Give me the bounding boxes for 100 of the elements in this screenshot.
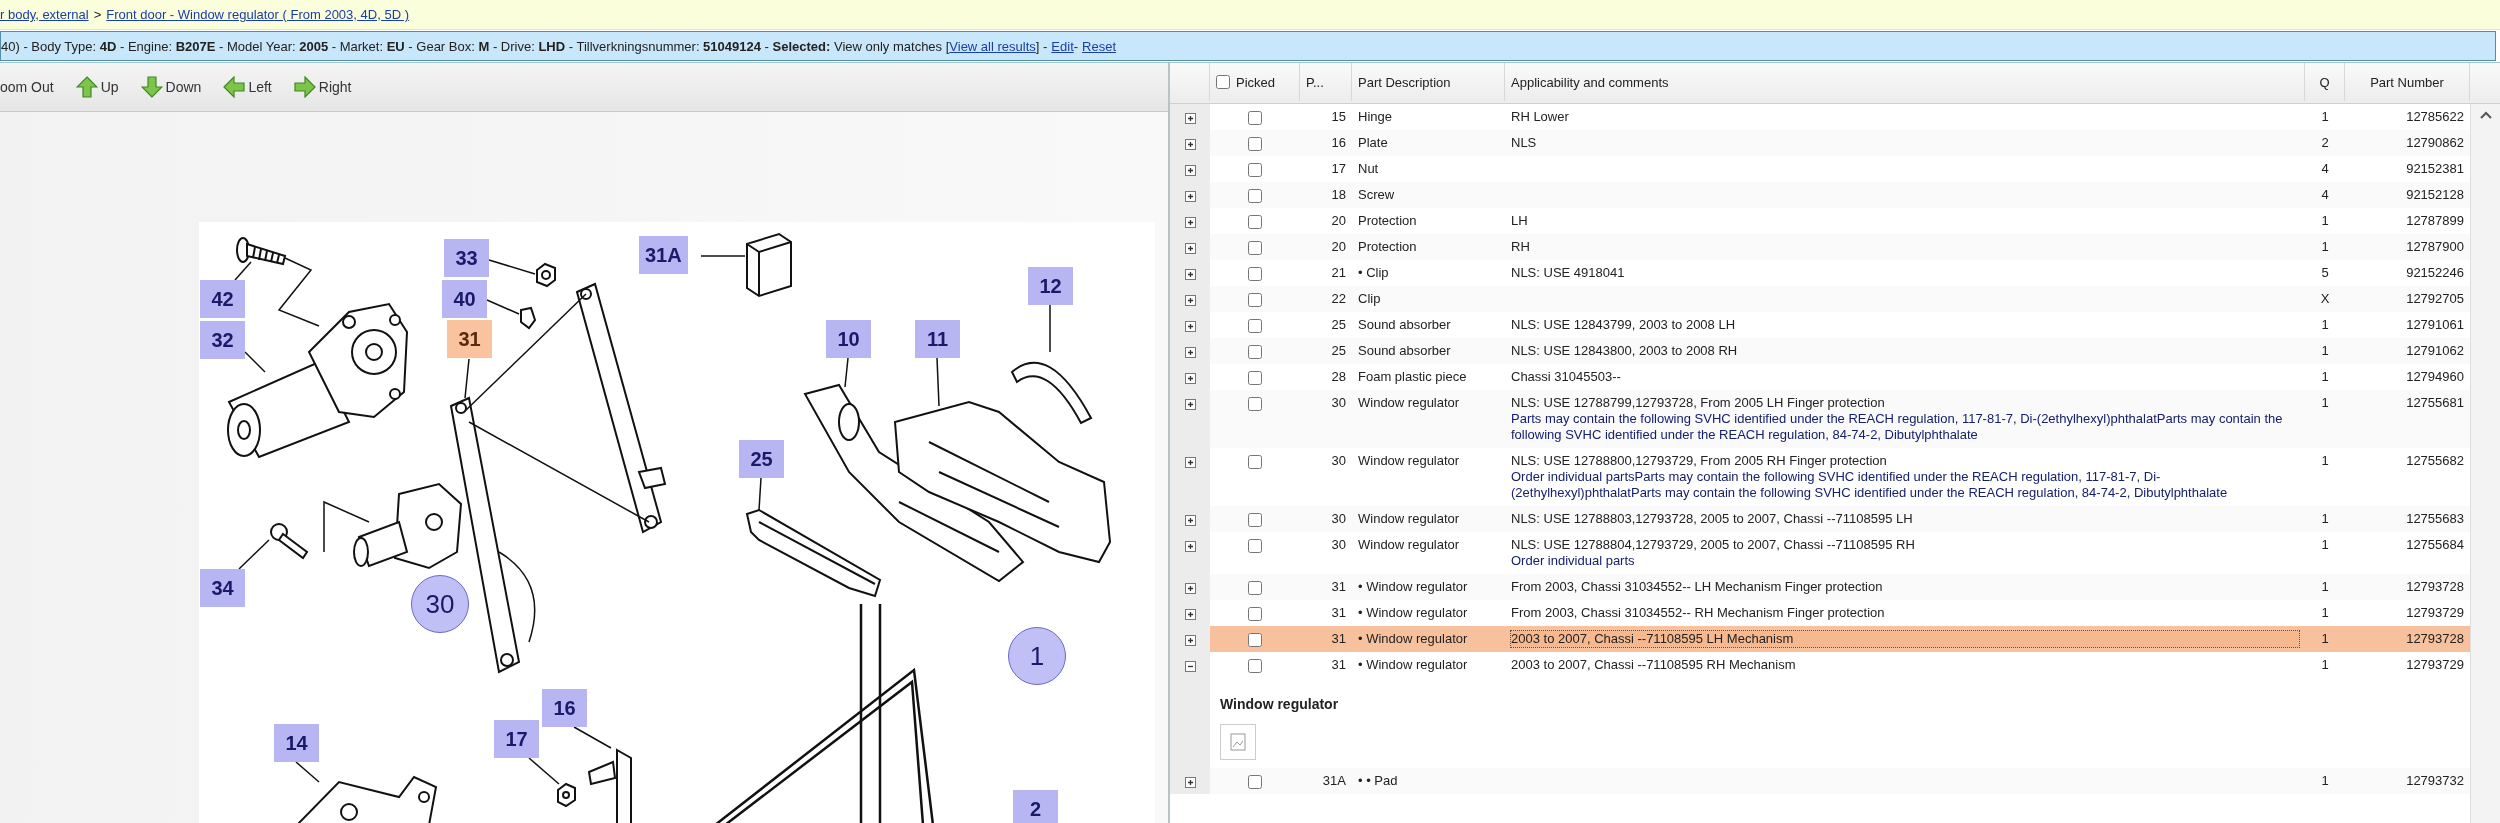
toolbar-button[interactable]: oom Out bbox=[0, 77, 58, 97]
select-all-checkbox[interactable] bbox=[1216, 75, 1230, 89]
table-cell-text: 1 bbox=[2320, 342, 2330, 360]
picked-checkbox[interactable] bbox=[1248, 136, 1262, 151]
table-cell-text: 12792705 bbox=[2405, 290, 2465, 308]
table-row[interactable]: 18 Screw 4 92152128 bbox=[1170, 182, 2470, 208]
column-header[interactable]: P... bbox=[1306, 74, 1324, 90]
table-cell-text: 12785622 bbox=[2405, 108, 2465, 126]
callout-label[interactable]: 42 bbox=[200, 280, 245, 318]
toolbar-button[interactable]: Left bbox=[219, 74, 276, 100]
callout-label[interactable]: 2 bbox=[1013, 790, 1058, 823]
picked-checkbox[interactable] bbox=[1248, 292, 1262, 307]
comment-text: Chassi 31045503-- bbox=[1511, 369, 1622, 385]
info-link[interactable]: Edit bbox=[1051, 38, 1074, 54]
expand-toggle[interactable] bbox=[1183, 345, 1197, 359]
picked-checkbox[interactable] bbox=[1248, 606, 1262, 621]
callout-label[interactable]: 10 bbox=[826, 320, 871, 358]
table-cell-text: 1 bbox=[2320, 394, 2330, 412]
column-header[interactable]: Picked bbox=[1236, 74, 1276, 90]
expand-toggle[interactable] bbox=[1183, 163, 1197, 177]
table-cell-text: 1 bbox=[2320, 578, 2330, 596]
picked-checkbox[interactable] bbox=[1248, 632, 1262, 647]
picked-checkbox[interactable] bbox=[1248, 512, 1262, 527]
expand-toggle[interactable] bbox=[1183, 659, 1197, 673]
info-link[interactable]: View all results bbox=[949, 38, 1036, 54]
table-row[interactable] bbox=[1170, 390, 2470, 448]
picked-checkbox[interactable] bbox=[1248, 658, 1262, 673]
expand-toggle[interactable] bbox=[1183, 293, 1197, 307]
expand-toggle[interactable] bbox=[1183, 319, 1197, 333]
breadcrumb-link[interactable]: Front door - Window regulator ( From 2003, 4D, 5D ) bbox=[106, 7, 409, 22]
column-header[interactable]: Applicability and comments bbox=[1511, 74, 1669, 90]
expand-toggle[interactable] bbox=[1183, 215, 1197, 229]
picked-checkbox[interactable] bbox=[1248, 214, 1262, 229]
table-cell-text: 12755683 bbox=[2405, 510, 2465, 528]
callout-label[interactable]: 16 bbox=[542, 689, 587, 727]
table-row[interactable]: 16 Plate NLS 2 12790862 bbox=[1170, 130, 2470, 156]
picked-checkbox[interactable] bbox=[1248, 266, 1262, 281]
note-text: Order individual parts bbox=[1511, 553, 1636, 569]
arrow-icon bbox=[293, 76, 316, 98]
expand-toggle[interactable] bbox=[1183, 455, 1197, 469]
picked-checkbox[interactable] bbox=[1248, 454, 1262, 469]
picked-checkbox[interactable] bbox=[1248, 344, 1262, 359]
callout-label[interactable]: 30 bbox=[411, 575, 469, 633]
callout-label[interactable]: 11 bbox=[915, 320, 960, 358]
table-cell-text: 20 bbox=[1330, 238, 1347, 256]
callout-label[interactable]: 34 bbox=[200, 569, 245, 607]
table-row[interactable]: 31A • • Pad 1 12793732 bbox=[1170, 768, 2470, 794]
scroll-up-icon[interactable] bbox=[2478, 110, 2493, 120]
toolbar-button[interactable]: Down bbox=[136, 74, 206, 100]
picked-checkbox[interactable] bbox=[1248, 396, 1262, 411]
callout-label[interactable]: 17 bbox=[494, 720, 539, 758]
expand-toggle[interactable] bbox=[1183, 189, 1197, 203]
picked-checkbox[interactable] bbox=[1248, 240, 1262, 255]
expand-toggle[interactable] bbox=[1183, 581, 1197, 595]
column-header[interactable]: Part Number bbox=[2370, 74, 2444, 90]
expand-toggle[interactable] bbox=[1183, 775, 1197, 789]
picked-checkbox[interactable] bbox=[1248, 538, 1262, 553]
toolbar-button[interactable]: Right bbox=[289, 74, 356, 100]
table-row[interactable]: 20 Protection RH 1 12787900 bbox=[1170, 234, 2470, 260]
callout-label[interactable]: 1 bbox=[1008, 627, 1066, 685]
picked-checkbox[interactable] bbox=[1248, 774, 1262, 789]
picked-checkbox[interactable] bbox=[1248, 580, 1262, 595]
table-cell-text: 1 bbox=[2320, 368, 2330, 386]
table-row[interactable]: 30 Window regulator NLS: USE 12788803,12793728, 2005 to 2007, Chassi --71108595 LH 1 12755683 bbox=[1170, 506, 2470, 532]
callout-label[interactable]: 32 bbox=[200, 321, 245, 359]
callout-label[interactable]: 33 bbox=[444, 239, 489, 277]
column-header[interactable]: Q bbox=[2319, 74, 2330, 90]
column-header[interactable]: Part Description bbox=[1358, 74, 1451, 90]
comment-text: NLS: USE 12788804,12793729, 2005 to 2007, Chassi --71108595 RH bbox=[1511, 537, 1916, 553]
picked-checkbox[interactable] bbox=[1248, 318, 1262, 333]
table-cell-text: 12793729 bbox=[2405, 656, 2465, 674]
expand-toggle[interactable] bbox=[1183, 633, 1197, 647]
expand-toggle[interactable] bbox=[1183, 111, 1197, 125]
info-link[interactable]: Reset bbox=[1082, 38, 1117, 54]
picked-checkbox[interactable] bbox=[1248, 162, 1262, 177]
expand-toggle[interactable] bbox=[1183, 137, 1197, 151]
callout-label[interactable]: 31 bbox=[447, 320, 492, 358]
expand-toggle[interactable] bbox=[1183, 397, 1197, 411]
expand-toggle[interactable] bbox=[1183, 267, 1197, 281]
callout-label[interactable]: 12 bbox=[1028, 267, 1073, 305]
callout-label[interactable]: 14 bbox=[274, 724, 319, 762]
table-row[interactable]: 31 • Window regulator From 2003, Chassi 31034552-- LH Mechanism Finger protection 1 12793728 bbox=[1170, 574, 2470, 600]
callout-label[interactable]: 25 bbox=[739, 440, 784, 478]
callout-label[interactable]: 40 bbox=[442, 280, 487, 318]
table-row[interactable]: 31 • Window regulator 2003 to 2007, Chassi --71108595 LH Mechanism 1 12793728 bbox=[1170, 626, 2470, 652]
expand-toggle[interactable] bbox=[1183, 371, 1197, 385]
callout-label[interactable]: 31A bbox=[639, 236, 688, 274]
breadcrumb-link[interactable]: r body, external bbox=[0, 7, 89, 22]
arrow-icon bbox=[223, 76, 246, 98]
expand-toggle[interactable] bbox=[1183, 513, 1197, 527]
picked-checkbox[interactable] bbox=[1248, 188, 1262, 203]
expand-toggle[interactable] bbox=[1183, 539, 1197, 553]
table-row[interactable]: 25 Sound absorber NLS: USE 12843800, 2003 to 2008 RH 1 12791062 bbox=[1170, 338, 2470, 364]
picked-checkbox[interactable] bbox=[1248, 110, 1262, 125]
expand-toggle[interactable] bbox=[1183, 607, 1197, 621]
table-cell-text: 30 bbox=[1330, 394, 1347, 412]
picked-checkbox[interactable] bbox=[1248, 370, 1262, 385]
expand-toggle[interactable] bbox=[1183, 241, 1197, 255]
table-row[interactable]: 22 Clip X 12792705 bbox=[1170, 286, 2470, 312]
toolbar-button[interactable]: Up bbox=[71, 74, 123, 100]
